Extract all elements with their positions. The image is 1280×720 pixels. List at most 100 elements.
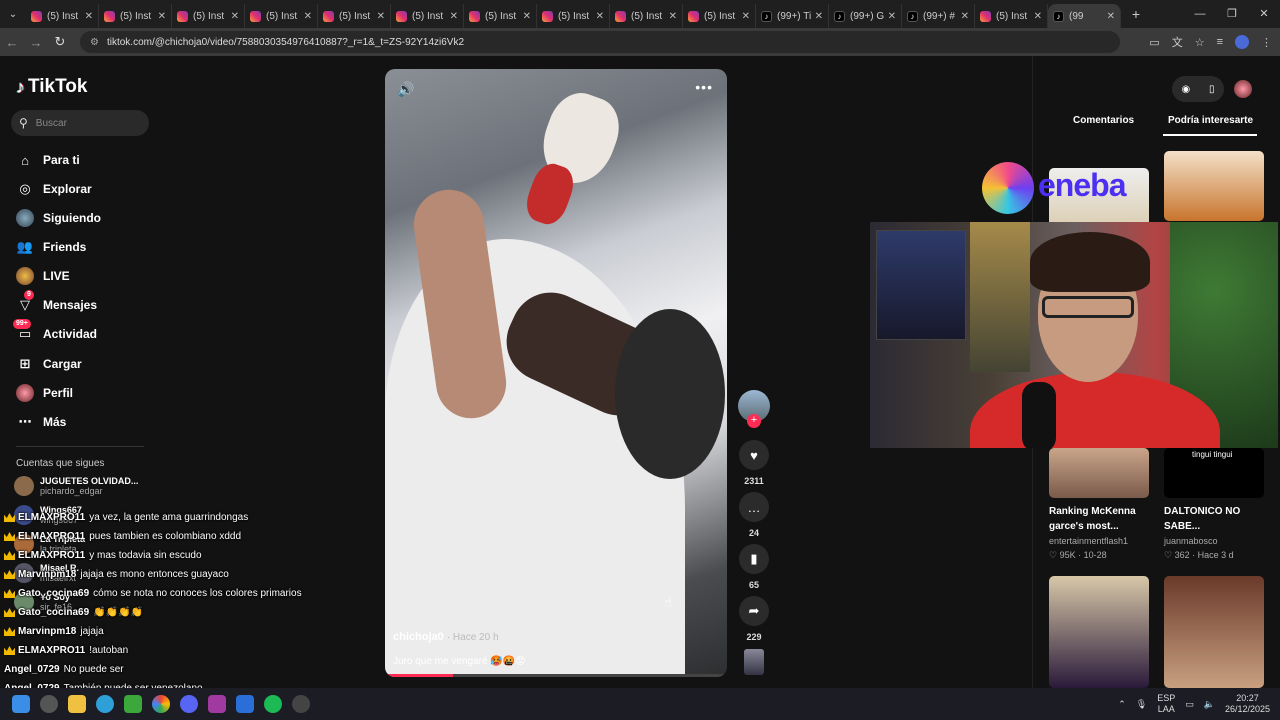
device-icon[interactable]: ▯ — [1209, 84, 1215, 95]
nav-more[interactable]: ⋯ Más — [15, 410, 67, 434]
app-icon[interactable] — [236, 695, 254, 713]
close-tab-icon[interactable]: ✕ — [815, 11, 823, 22]
close-window-button[interactable]: ✕ — [1248, 0, 1280, 28]
heart-icon[interactable]: ♥ — [739, 440, 769, 470]
network-icon[interactable]: ▭ — [1185, 699, 1194, 710]
suggested-author[interactable]: entertainmentflash1 — [1049, 536, 1128, 546]
browser-tab[interactable]: (5) Inst ✕ — [464, 4, 537, 28]
site-info-icon[interactable]: ⚙ — [90, 37, 99, 48]
nav-explore[interactable]: ◎ Explorar — [15, 177, 91, 201]
close-tab-icon[interactable]: ✕ — [377, 11, 385, 22]
suggested-thumb[interactable]: tingui tingui — [1164, 448, 1264, 498]
close-tab-icon[interactable]: ✕ — [596, 11, 604, 22]
browser-tab[interactable]: ♪ (99+) # ✕ — [902, 4, 975, 28]
browser-tab[interactable]: (5) Inst ✕ — [610, 4, 683, 28]
volume-icon[interactable]: 🔊 — [397, 81, 414, 98]
close-tab-icon[interactable]: ✕ — [1034, 11, 1042, 22]
obs-icon[interactable] — [292, 695, 310, 713]
clock[interactable]: 20:27 26/12/2025 — [1225, 693, 1270, 715]
browser-tab[interactable]: ♪ (99+) Ti ✕ — [756, 4, 829, 28]
new-tab-button[interactable]: + — [1121, 6, 1151, 22]
app-icon[interactable] — [208, 695, 226, 713]
translate-icon[interactable]: 文 — [1172, 34, 1183, 50]
reading-list-icon[interactable]: ≡ — [1217, 36, 1223, 48]
browser-tab[interactable]: (5) Inst ✕ — [172, 4, 245, 28]
close-tab-icon[interactable]: ✕ — [85, 11, 93, 22]
browser-menu-icon[interactable]: ⋮ — [1261, 36, 1272, 49]
close-tab-icon[interactable]: ✕ — [304, 11, 312, 22]
comment-icon[interactable]: … — [739, 492, 769, 522]
close-tab-icon[interactable]: ✕ — [158, 11, 166, 22]
browser-tab[interactable]: (5) Inst ✕ — [537, 4, 610, 28]
reload-button[interactable]: ↻ — [48, 34, 72, 50]
chrome-icon[interactable] — [152, 695, 170, 713]
bookmark-star-icon[interactable]: ☆ — [1195, 36, 1205, 49]
suggested-thumb[interactable] — [1049, 448, 1149, 498]
nav-friends[interactable]: 👥 Friends — [15, 235, 86, 259]
more-options-icon[interactable]: ••• — [695, 79, 713, 95]
spotify-icon[interactable] — [264, 695, 282, 713]
suggested-thumb[interactable] — [1164, 151, 1264, 221]
extension-icon[interactable] — [1235, 35, 1249, 49]
browser-tab[interactable]: (5) Inst ✕ — [245, 4, 318, 28]
close-tab-icon[interactable]: ✕ — [961, 11, 969, 22]
nav-profile[interactable]: Perfil — [15, 381, 73, 405]
language-indicator[interactable]: ESP LAA — [1157, 693, 1175, 715]
close-tab-icon[interactable]: ✕ — [888, 11, 896, 22]
suggested-author[interactable]: juanmabosco — [1164, 536, 1218, 546]
video-author[interactable]: chichoja0 · Hace 20 h — [393, 631, 499, 643]
volume-tray-icon[interactable]: 🔈 — [1204, 699, 1215, 710]
chevron-up-icon[interactable]: ⌃ — [1118, 699, 1126, 710]
tab-search-button[interactable]: ⌄ — [0, 0, 26, 28]
follow-plus-button[interactable]: + — [747, 414, 761, 428]
nav-activity[interactable]: ▭ 99+ Actividad — [13, 319, 97, 346]
back-button[interactable]: ← — [0, 35, 24, 50]
search-taskbar-icon[interactable] — [40, 695, 58, 713]
share-icon[interactable]: ➦ — [739, 596, 769, 626]
close-tab-icon[interactable]: ✕ — [450, 11, 458, 22]
browser-tab[interactable]: (5) Inst ✕ — [683, 4, 756, 28]
browser-tab[interactable]: (5) Inst ✕ — [99, 4, 172, 28]
nav-following[interactable]: Siguiendo — [15, 206, 101, 230]
music-thumbnail[interactable] — [744, 649, 764, 675]
nav-messages[interactable]: ▽ 9 Mensajes — [15, 290, 97, 317]
followed-account[interactable]: JUGUETES OLVIDAD... pichardo_edgar — [14, 476, 138, 496]
search-input[interactable]: ⚲ Buscar — [11, 110, 149, 136]
start-windows-icon[interactable] — [12, 695, 30, 713]
close-tab-icon[interactable]: ✕ — [231, 11, 239, 22]
tiktok-logo[interactable]: ♪ TikTok — [16, 76, 87, 98]
close-tab-icon[interactable]: ✕ — [742, 11, 750, 22]
microphone-tray-icon[interactable]: 🎙 — [1136, 699, 1147, 710]
nav-for-you[interactable]: ⌂ Para ti — [15, 148, 80, 172]
tab-comments[interactable]: Comentarios — [1073, 115, 1134, 126]
close-tab-icon[interactable]: ✕ — [669, 11, 677, 22]
bookmark-icon[interactable]: ▮ — [739, 544, 769, 574]
browser-tab[interactable]: (5) Inst ✕ — [391, 4, 464, 28]
comment-action[interactable]: … 24 — [738, 492, 770, 538]
browser-tab[interactable]: (5) Inst ✕ — [318, 4, 391, 28]
minimize-button[interactable]: — — [1184, 0, 1216, 28]
save-action[interactable]: ▮ 65 — [738, 544, 770, 590]
browser-tab[interactable]: ♪ (99+) G ✕ — [829, 4, 902, 28]
edge-icon[interactable] — [96, 695, 114, 713]
video-player[interactable]: 🔊 ••• chichoja0 · Hace 20 h Juro que me … — [385, 69, 727, 677]
browser-tab[interactable]: (5) Inst ✕ — [26, 4, 99, 28]
share-action[interactable]: ➦ 229 — [738, 596, 770, 642]
close-tab-icon[interactable]: ✕ — [523, 11, 531, 22]
address-bar[interactable]: ⚙ tiktok.com/@chichoja0/video/7588030354… — [80, 31, 1120, 53]
suggested-thumb[interactable] — [1164, 576, 1264, 688]
nav-live[interactable]: LIVE — [15, 264, 70, 288]
nav-upload[interactable]: ⊞ Cargar — [15, 352, 82, 376]
browser-tab[interactable]: (5) Inst ✕ — [975, 4, 1048, 28]
like-action[interactable]: ♥ 2311 — [738, 440, 770, 486]
maximize-button[interactable]: ❐ — [1216, 0, 1248, 28]
file-explorer-icon[interactable] — [68, 695, 86, 713]
minecraft-icon[interactable] — [124, 695, 142, 713]
suggested-thumb[interactable] — [1049, 576, 1149, 688]
suggested-title[interactable]: Ranking McKenna garce's most... — [1049, 504, 1136, 534]
video-progress-bar[interactable] — [385, 674, 727, 677]
suggested-title[interactable]: DALTONICO NO SABE... — [1164, 504, 1240, 534]
browser-tab[interactable]: ♪ (99 ✕ — [1048, 4, 1121, 28]
coin-icon[interactable]: ◉ — [1181, 84, 1190, 95]
forward-button[interactable]: → — [24, 35, 48, 50]
